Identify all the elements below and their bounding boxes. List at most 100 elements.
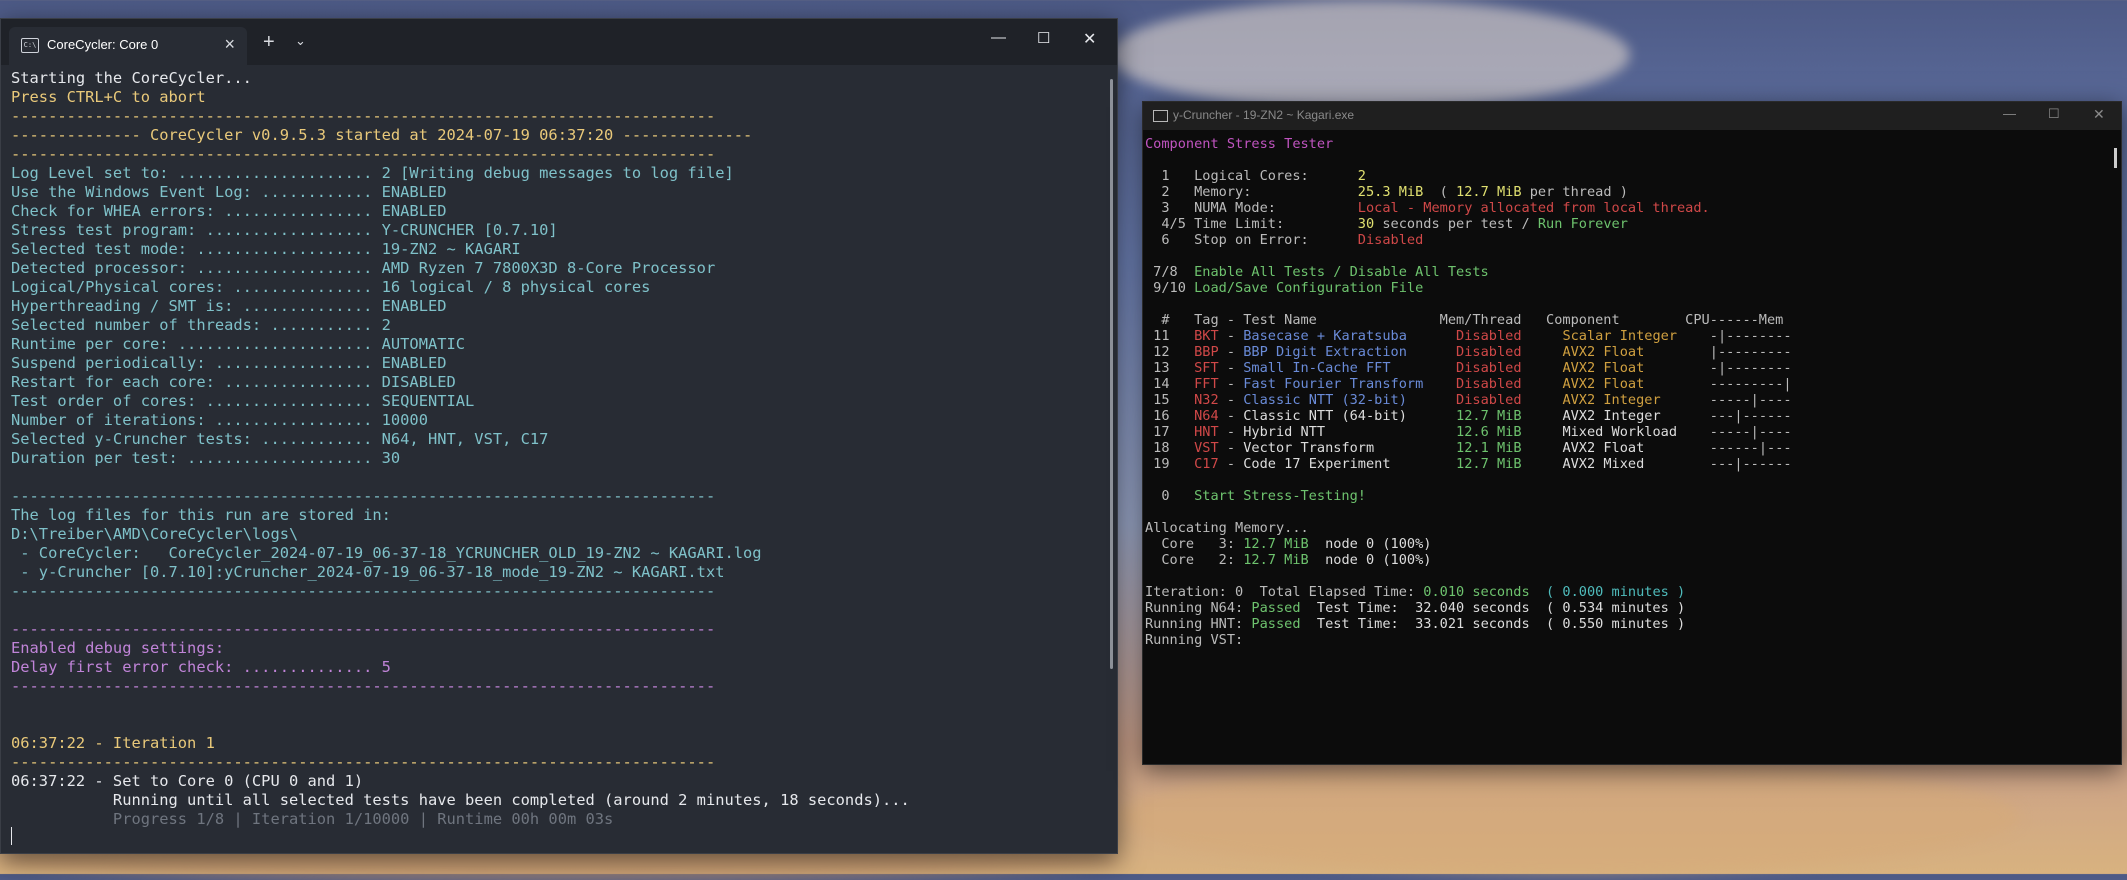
console-text: Check for WHEA errors: ................ … — [11, 202, 447, 220]
ycruncher-output[interactable]: Component Stress Tester 1 Logical Cores:… — [1145, 136, 2107, 648]
console-text: ----------------------------------------… — [11, 145, 716, 163]
terminal-scrollbar[interactable] — [1110, 79, 1113, 669]
console-text: - — [1218, 376, 1244, 392]
console-text: 25.3 MiB — [1357, 184, 1424, 200]
console-line: Running HNT: Passed Test Time: 33.021 se… — [1145, 616, 2107, 632]
console-line: 6 Stop on Error: Disabled — [1145, 232, 2107, 248]
yc-minimize-button[interactable]: — — [2003, 106, 2016, 121]
console-line: 4/5 Time Limit: 30 seconds per test / Ru… — [1145, 216, 2107, 232]
console-text: 4/5 Time Limit: — [1145, 216, 1358, 232]
console-line: 13 SFT - Small In-Cache FFT Disabled AVX… — [1145, 360, 2107, 376]
terminal-icon: C:\ — [21, 38, 39, 53]
console-text: ----------------------------------------… — [11, 753, 716, 771]
console-text: Component Stress Tester — [1145, 136, 1334, 152]
console-text: D:\Treiber\AMD\CoreCycler\logs\ — [11, 525, 299, 543]
console-text: AVX2 Integer — [1562, 392, 1702, 408]
console-text: Press CTRL+C to abort — [11, 88, 206, 106]
console-text: # Tag - Test Name Mem/Thread Component C… — [1145, 312, 1784, 328]
yc-maximize-button[interactable]: ☐ — [2048, 106, 2060, 122]
console-text: Disabled — [1456, 376, 1563, 392]
console-line: 14 FFT - Fast Fourier Transform Disabled… — [1145, 376, 2107, 392]
console-text: SFT — [1194, 360, 1219, 376]
console-text: 15 — [1145, 392, 1195, 408]
console-text: - — [1218, 440, 1244, 456]
terminal-titlebar[interactable]: C:\ CoreCycler: Core 0 × + ⌄ — ☐ ✕ — [1, 19, 1117, 65]
console-line: 2 Memory: 25.3 MiB ( 12.7 MiB per thread… — [1145, 184, 2107, 200]
console-text: Disabled — [1456, 344, 1563, 360]
console-text: Running N64: — [1145, 600, 1252, 616]
console-line: 11 BKT - Basecase + Karatsuba Disabled S… — [1145, 328, 2107, 344]
console-icon — [1153, 110, 1168, 122]
console-line: - CoreCycler: CoreCycler_2024-07-19_06-3… — [11, 544, 1103, 563]
new-tab-button[interactable]: + — [263, 31, 275, 54]
console-text: Hyperthreading / SMT is: .............. … — [11, 297, 447, 315]
console-text: Starting the CoreCycler... — [11, 69, 252, 87]
ycruncher-scrollbar[interactable] — [2114, 148, 2117, 168]
console-text: Restart for each core: ................ … — [11, 373, 456, 391]
console-text: -------------- CoreCycler v0.9.5.3 start… — [11, 126, 753, 144]
console-text: 12.7 MiB — [1456, 184, 1522, 200]
console-text: Selected test mode: ................... … — [11, 240, 521, 258]
console-line: Enabled debug settings: — [11, 639, 1103, 658]
console-line: ----------------------------------------… — [11, 487, 1103, 506]
console-text: AVX2 Float — [1562, 360, 1702, 376]
console-text: Passed — [1251, 600, 1301, 616]
console-text: Log Level set to: ..................... … — [11, 164, 734, 182]
console-text: AVX2 Integer — [1562, 408, 1702, 424]
console-text: Detected processor: ................... … — [11, 259, 716, 277]
maximize-button[interactable]: ☐ — [1037, 29, 1050, 47]
console-text: Disabled — [1456, 360, 1563, 376]
console-text: - — [1218, 456, 1244, 472]
console-line: D:\Treiber\AMD\CoreCycler\logs\ — [11, 525, 1103, 544]
console-text: Running VST: — [1145, 632, 1244, 648]
wallpaper-cloud — [1110, 0, 1630, 110]
console-text: Iteration: 0 Total Elapsed Time: — [1145, 584, 1424, 600]
console-line: Selected test mode: ................... … — [11, 240, 1103, 259]
console-line: Duration per test: .................... … — [11, 449, 1103, 468]
console-line: 18 VST - Vector Transform 12.1 MiB AVX2 … — [1145, 440, 2107, 456]
console-text: Code 17 Experiment — [1243, 456, 1457, 472]
console-text: 14 — [1145, 376, 1195, 392]
console-text: Core 3: — [1145, 536, 1244, 552]
close-button[interactable]: ✕ — [1083, 29, 1096, 49]
console-text: 0.000 minutes — [1562, 584, 1669, 600]
console-text: 06:37:22 - Set to Core 0 (CPU 0 and 1) — [11, 772, 364, 790]
tab-dropdown-icon[interactable]: ⌄ — [295, 33, 306, 49]
minimize-button[interactable]: — — [991, 29, 1006, 46]
console-text: - — [1218, 392, 1244, 408]
console-text: Disabled — [1357, 232, 1424, 248]
tab-close-icon[interactable]: × — [224, 34, 235, 55]
terminal-output[interactable]: Starting the CoreCycler... Press CTRL+C t… — [11, 69, 1103, 829]
console-text: 13 — [1145, 360, 1195, 376]
console-line: ----------------------------------------… — [11, 677, 1103, 696]
console-text: BBP Digit Extraction — [1243, 344, 1457, 360]
console-text: Small In-Cache FFT — [1243, 360, 1457, 376]
console-line: 06:37:22 - Iteration 1 — [11, 734, 1103, 753]
console-text: Delay first error check: .............. … — [11, 658, 391, 676]
console-line: - y-Cruncher [0.7.10]:yCruncher_2024-07-… — [11, 563, 1103, 582]
console-text: -----|---- — [1701, 424, 1792, 440]
console-line: ----------------------------------------… — [11, 107, 1103, 126]
console-line: Delay first error check: .............. … — [11, 658, 1103, 677]
console-text: - — [1218, 424, 1244, 440]
console-text: - — [1218, 408, 1244, 424]
ycruncher-titlebar[interactable]: y-Cruncher - 19-ZN2 ~ Kagari.exe — ☐ ✕ — [1143, 102, 2121, 130]
console-text: ----------------------------------------… — [11, 677, 716, 695]
console-line: Number of iterations: ................. … — [11, 411, 1103, 430]
yc-close-button[interactable]: ✕ — [2093, 106, 2105, 123]
tab-corecycler[interactable]: C:\ CoreCycler: Core 0 × — [9, 27, 247, 65]
console-line: Detected processor: ................... … — [11, 259, 1103, 278]
console-line: 0 Start Stress-Testing! — [1145, 488, 2107, 504]
console-text: Allocating Memory... — [1145, 520, 1309, 536]
console-text: The log files for this run are stored in… — [11, 506, 391, 524]
console-line: 06:37:22 - Set to Core 0 (CPU 0 and 1) — [11, 772, 1103, 791]
console-text: ( — [1423, 184, 1457, 200]
console-text: ----------------------------------------… — [11, 620, 716, 638]
tab-title: CoreCycler: Core 0 — [47, 37, 159, 52]
console-text: 2 Memory: — [1145, 184, 1358, 200]
